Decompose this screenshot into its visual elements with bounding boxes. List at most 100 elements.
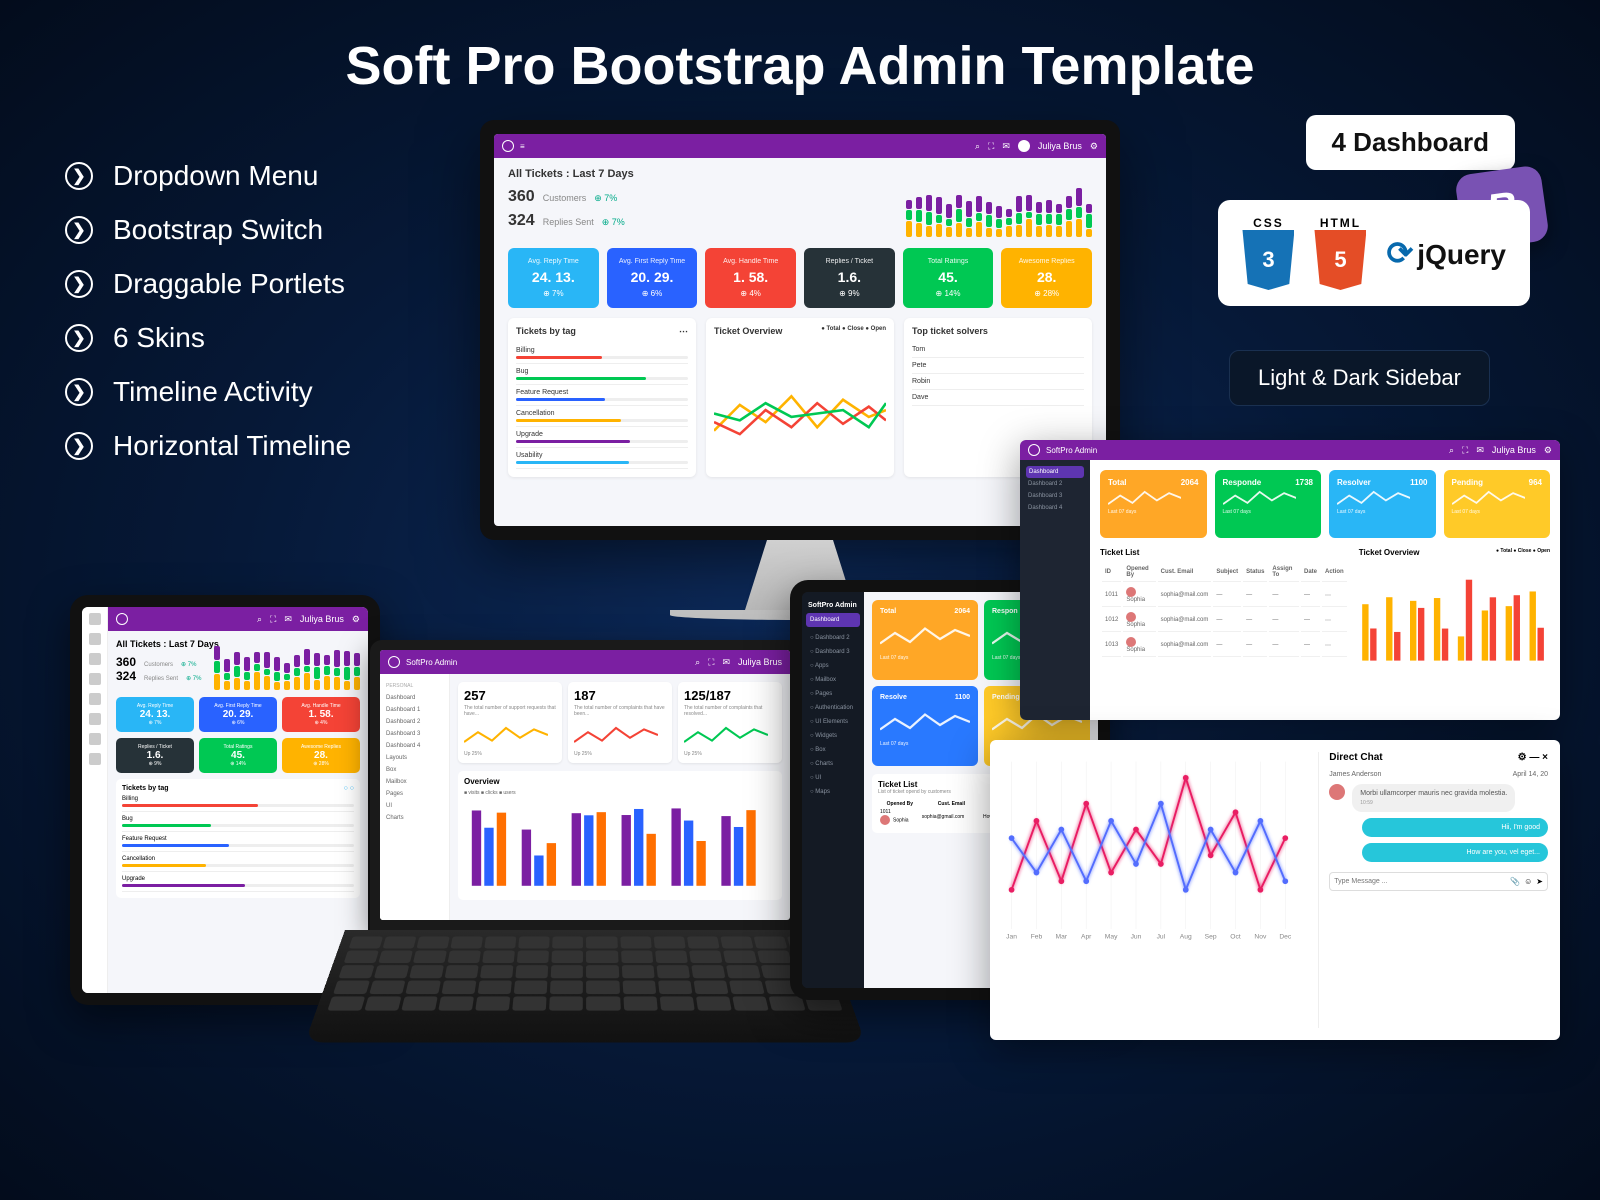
sidebar-icons[interactable] — [82, 607, 108, 993]
chevron-icon: ❯ — [65, 324, 93, 352]
fullscreen-icon[interactable]: ⛶ — [988, 141, 994, 152]
topbar: ≡ ⌕ ⛶ ✉ Juliya Brus ⚙ — [494, 134, 1106, 158]
mail-icon[interactable]: ✉ — [1476, 445, 1484, 456]
metric-card[interactable]: Avg. Handle Time1. 58.⊕ 4% — [705, 248, 796, 308]
mail-icon[interactable]: ✉ — [722, 657, 730, 668]
attach-icon[interactable]: 📎 — [1510, 877, 1520, 886]
sidebar-item[interactable]: ○ Mailbox — [808, 673, 858, 687]
emoji-icon[interactable]: ☺ — [1524, 877, 1532, 886]
sidebar-item[interactable]: ○ Box — [808, 743, 858, 757]
mail-icon[interactable]: ✉ — [284, 614, 292, 625]
metric-card[interactable]: Awesome Replies28.⊕ 28% — [282, 738, 360, 773]
table-row[interactable]: 1013Sophiasophia@mail.com————⋯ — [1102, 634, 1347, 657]
sidebar-item[interactable]: ○ UI — [808, 771, 858, 785]
message-field[interactable] — [1334, 877, 1506, 886]
table-row[interactable]: 1011Sophiasophia@mail.com————⋯ — [1102, 584, 1347, 607]
status-card[interactable]: Pending964Last 07 days — [1444, 470, 1551, 538]
chat-user: James Anderson — [1329, 771, 1381, 778]
svg-text:Jul: Jul — [1157, 934, 1166, 941]
sidebar-item[interactable]: ○ Pages — [808, 687, 858, 701]
metric-card[interactable]: Replies / Ticket1.6.⊕ 9% — [804, 248, 895, 308]
avatar — [1329, 784, 1345, 800]
table-row[interactable]: 1012Sophiasophia@mail.com————⋯ — [1102, 609, 1347, 632]
sidebar-item[interactable]: Layouts — [386, 752, 443, 764]
laptop-mockup: SoftPro Admin⌕⛶✉Juliya Brus PERSONALDash… — [370, 640, 800, 1080]
panel-actions-icon[interactable]: ○ ○ — [344, 785, 354, 792]
search-icon[interactable]: ⌕ — [257, 614, 262, 625]
sidebar-item[interactable]: Charts — [386, 812, 443, 824]
gear-icon[interactable]: ⚙ — [352, 614, 360, 625]
ticket-table: IDOpened ByCust. EmailSubjectStatusAssig… — [1100, 561, 1349, 659]
css-label: CSS — [1253, 216, 1284, 230]
sidebar-item[interactable]: ○ Dashboard 3 — [808, 645, 858, 659]
sidebar-dark[interactable]: DashboardDashboard 2Dashboard 3Dashboard… — [1020, 460, 1090, 720]
sidebar-item[interactable]: Pages — [386, 788, 443, 800]
sidebar-item[interactable]: Dashboard 1 — [386, 704, 443, 716]
sidebar-item[interactable]: Dashboard 4 — [386, 740, 443, 752]
search-icon[interactable]: ⌕ — [1449, 445, 1454, 456]
metric-card[interactable]: Avg. First Reply Time20. 29.⊕ 6% — [607, 248, 698, 308]
user-name[interactable]: Juliya Brus — [1038, 141, 1082, 151]
css3-icon: 3 — [1242, 230, 1294, 290]
chat-actions-icon[interactable]: ⚙ — × — [1518, 752, 1548, 763]
metric-card[interactable]: Avg. Reply Time24. 13.⊕ 7% — [116, 697, 194, 732]
sidebar-item-dashboard[interactable]: Dashboard — [806, 613, 860, 627]
sidebar-item[interactable]: Dashboard 2 — [386, 716, 443, 728]
search-icon[interactable]: ⌕ — [975, 141, 980, 152]
search-icon[interactable]: ⌕ — [695, 657, 700, 668]
svg-text:Oct: Oct — [1230, 934, 1241, 941]
metric-card[interactable]: Avg. Reply Time24. 13.⊕ 7% — [508, 248, 599, 308]
sidebar-item[interactable]: ○ Charts — [808, 757, 858, 771]
sidebar-item[interactable]: ○ Apps — [808, 659, 858, 673]
gear-icon[interactable]: ⚙ — [1544, 445, 1552, 456]
brand: SoftPro Admin — [1046, 446, 1097, 455]
send-icon[interactable]: ➤ — [1536, 877, 1543, 886]
status-card[interactable]: Total2064Last 07 days — [872, 600, 978, 680]
sidebar[interactable]: PERSONALDashboardDashboard 1Dashboard 2D… — [380, 674, 450, 920]
feature-item: Timeline Activity — [113, 376, 313, 408]
status-card[interactable]: Resolver1100Last 07 days — [1329, 470, 1436, 538]
topbar: ⌕ ⛶ ✉ Juliya Brus ⚙ — [108, 607, 368, 631]
svg-text:Dec: Dec — [1279, 934, 1292, 941]
sidebar-item[interactable]: Dashboard 2 — [1026, 478, 1084, 490]
sidebar-item[interactable]: Dashboard 3 — [386, 728, 443, 740]
user-name[interactable]: Juliya Brus — [738, 657, 782, 667]
metric-card[interactable]: Awesome Replies28.⊕ 28% — [1001, 248, 1092, 308]
sidebar-item[interactable]: ○ Maps — [808, 785, 858, 799]
sidebar-item[interactable]: ○ UI Elements — [808, 715, 858, 729]
sidebar-item[interactable]: Dashboard 3 — [1026, 490, 1084, 502]
user-name[interactable]: Juliya Brus — [1492, 445, 1536, 455]
avatar[interactable] — [1018, 140, 1030, 152]
sidebar-item[interactable]: ○ Authentication — [808, 701, 858, 715]
fullscreen-icon[interactable]: ⛶ — [270, 614, 276, 625]
user-name[interactable]: Juliya Brus — [300, 614, 344, 624]
legend: ● Total ● Close ● Open — [1496, 548, 1550, 557]
status-card[interactable]: Total2064Last 07 days — [1100, 470, 1207, 538]
sidebar-item[interactable]: Dashboard 4 — [1026, 502, 1084, 514]
menu-icon[interactable]: ≡ — [520, 142, 525, 151]
fullscreen-icon[interactable]: ⛶ — [708, 657, 714, 668]
sidebar-item[interactable]: PERSONAL — [386, 680, 443, 692]
brand: SoftPro Admin — [406, 658, 457, 667]
sidebar-item[interactable]: ○ Dashboard 2 — [808, 631, 858, 645]
status-card[interactable]: Resolve1100Last 07 days — [872, 686, 978, 766]
metric-card[interactable]: Total Ratings45.⊕ 14% — [199, 738, 277, 773]
sidebar-item[interactable]: Dashboard — [386, 692, 443, 704]
sidebar-item[interactable]: ○ Widgets — [808, 729, 858, 743]
metric-card[interactable]: Replies / Ticket1.6.⊕ 9% — [116, 738, 194, 773]
sidebar-item[interactable]: Box — [386, 764, 443, 776]
status-card[interactable]: Responde1738Last 07 days — [1215, 470, 1322, 538]
sidebar-dark[interactable]: SoftPro Admin Dashboard ○ Dashboard 2○ D… — [802, 592, 864, 988]
metric-card[interactable]: Total Ratings45.⊕ 14% — [903, 248, 994, 308]
gear-icon[interactable]: ⚙ — [1090, 141, 1098, 152]
panel-actions-icon[interactable]: ⋯ — [679, 326, 688, 337]
sidebar-item[interactable]: UI — [386, 800, 443, 812]
metric-card[interactable]: Avg. First Reply Time20. 29.⊕ 6% — [199, 697, 277, 732]
line-chart — [714, 342, 886, 485]
chat-input[interactable]: 📎 ☺ ➤ — [1329, 872, 1548, 891]
mail-icon[interactable]: ✉ — [1002, 141, 1010, 152]
metric-card[interactable]: Avg. Handle Time1. 58.⊕ 4% — [282, 697, 360, 732]
fullscreen-icon[interactable]: ⛶ — [1462, 445, 1468, 456]
sidebar-item[interactable]: Mailbox — [386, 776, 443, 788]
sidebar-item[interactable]: Dashboard — [1026, 466, 1084, 478]
